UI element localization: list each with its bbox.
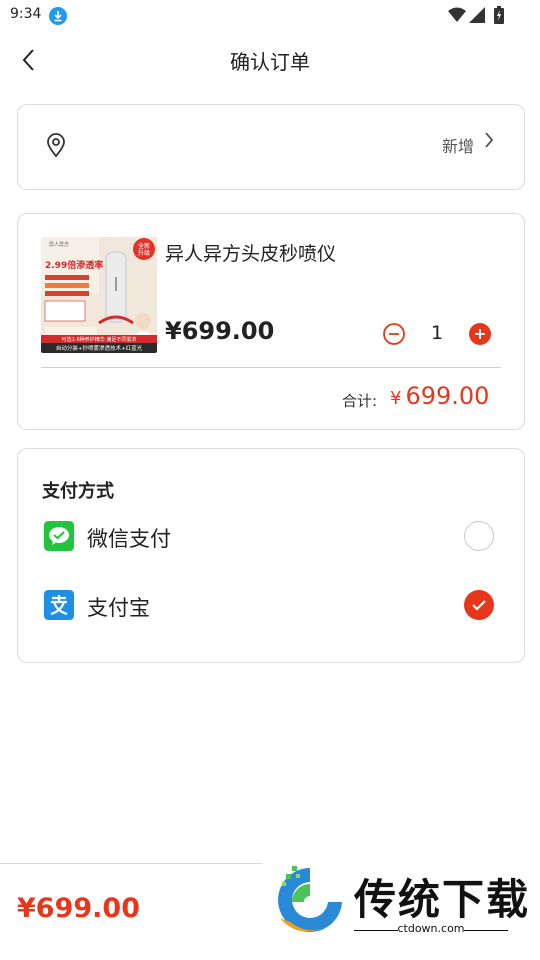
checkmark-icon — [472, 600, 486, 611]
total-amount: ¥699.00 — [390, 382, 489, 410]
thumb-brand: 异人异方 — [49, 241, 69, 248]
quantity-value: 1 — [430, 322, 444, 344]
payment-card: 支付方式 微信支付 支付宝 — [17, 448, 525, 663]
product-image: 全新 升级 异人异方 2.99倍渗透率 可选1-6种养护精华·满足不同需求 自动… — [41, 237, 157, 353]
total-number: 699.00 — [405, 382, 490, 410]
status-time: 9:34 — [10, 6, 42, 22]
product-price: ¥699.00 — [165, 317, 275, 345]
payment-option-alipay[interactable]: 支付宝 — [18, 580, 524, 630]
alipay-label: 支付宝 — [87, 596, 150, 620]
header: 确认订单 — [0, 32, 540, 88]
increase-quantity-button[interactable] — [468, 322, 492, 346]
thumb-badge-line1: 全新 — [138, 242, 150, 250]
payment-title: 支付方式 — [42, 481, 114, 502]
decrease-quantity-button[interactable] — [382, 322, 406, 346]
wechat-pay-radio[interactable] — [464, 521, 494, 551]
add-address-label[interactable]: 新增 — [442, 133, 474, 157]
plus-circle-icon — [469, 323, 491, 345]
watermark: 传统下载 ctdown.com — [262, 862, 540, 960]
thumb-banner-top: 可选1-6种养护精华·满足不同需求 — [62, 336, 137, 343]
address-card[interactable]: 新增 — [17, 104, 525, 190]
watermark-url: ctdown.com — [397, 922, 465, 935]
signal-icon — [469, 7, 485, 23]
location-pin-icon — [47, 133, 65, 158]
download-notification-icon — [49, 7, 67, 25]
wechat-pay-icon — [44, 521, 74, 551]
product-divider — [41, 367, 501, 368]
ctdown-logo-icon — [278, 866, 342, 932]
alipay-radio-selected[interactable] — [464, 590, 494, 620]
product-name: 异人异方头皮秒喷仪 — [165, 243, 337, 265]
minus-circle-icon — [383, 323, 405, 345]
watermark-line-right — [464, 930, 508, 931]
page-title: 确认订单 — [230, 50, 310, 74]
thumb-banner-bottom: 自动分装+秒喷雾渗透技术+红蓝光 — [56, 344, 143, 352]
battery-icon — [494, 6, 504, 24]
product-card: 全新 升级 异人异方 2.99倍渗透率 可选1-6种养护精华·满足不同需求 自动… — [17, 213, 525, 430]
bottom-divider — [0, 863, 262, 864]
thumb-badge-line2: 升级 — [138, 249, 150, 257]
wifi-icon — [448, 7, 466, 22]
bottom-total-price: ¥699.00 — [17, 893, 140, 924]
product-thumbnail[interactable]: 全新 升级 异人异方 2.99倍渗透率 可选1-6种养护精华·满足不同需求 自动… — [41, 237, 157, 353]
alipay-icon — [44, 590, 74, 620]
total-label: 合计: — [342, 392, 378, 410]
status-bar: 9:34 — [0, 0, 540, 32]
payment-option-wechat[interactable]: 微信支付 — [18, 511, 524, 561]
chevron-right-icon — [485, 132, 494, 148]
thumb-headline: 2.99倍渗透率 — [45, 259, 103, 271]
wechat-pay-label: 微信支付 — [87, 527, 171, 551]
total-currency: ¥ — [390, 388, 402, 409]
watermark-name: 传统下载 — [354, 875, 531, 924]
